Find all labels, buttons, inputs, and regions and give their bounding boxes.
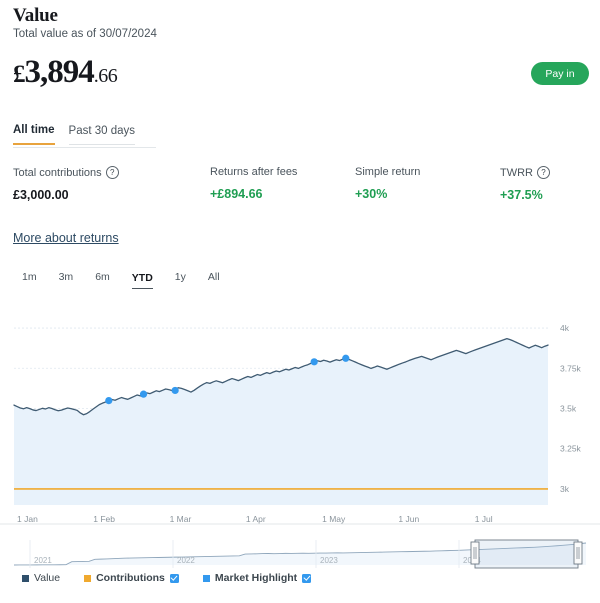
- market-highlight-dot[interactable]: [171, 386, 179, 395]
- legend-swatch-icon: [202, 574, 210, 582]
- legend-label: Value: [34, 572, 61, 584]
- metric-label: Total contributions ?: [13, 166, 210, 179]
- market-highlight-dot[interactable]: [139, 390, 148, 398]
- y-axis-tick-label: 3.5k: [560, 403, 577, 413]
- x-axis-tick-label: 1 Apr: [246, 514, 266, 524]
- legend-item-value[interactable]: Value: [22, 572, 60, 584]
- legend-swatch-icon: [84, 574, 92, 582]
- range-button-3m[interactable]: 3m: [59, 271, 74, 289]
- navigator-year-label: 2022: [177, 556, 195, 565]
- x-axis-tick-label: 1 May: [322, 514, 346, 524]
- metric-twrr: TWRR ? +37.5%: [500, 166, 550, 202]
- chart-y-axis-labels: 3k 3.25k 3.5k 3.75k 4k: [560, 323, 582, 494]
- y-axis-tick-label: 4k: [560, 323, 570, 333]
- pay-in-button[interactable]: Pay in: [531, 62, 589, 85]
- more-about-returns-link[interactable]: More about returns: [13, 231, 119, 245]
- metric-value: +£894.66: [210, 187, 263, 201]
- metrics-row: Total contributions ? £3,000.00 Returns …: [13, 166, 588, 202]
- navigator-handle-right[interactable]: [573, 541, 583, 565]
- metric-value: £3,000.00: [13, 188, 69, 202]
- navigator-year-label: 2023: [320, 556, 338, 565]
- range-button-1y[interactable]: 1y: [175, 271, 186, 289]
- legend-label: Market Highlight: [214, 572, 298, 584]
- chart-svg[interactable]: 3k3.25k3.5k3.75k4k 1 Jan 1 Feb 1 Mar 1 Apr 1…: [0, 300, 600, 603]
- chart-area-fill: [14, 338, 548, 505]
- total-value: £ 3,894 .66: [13, 54, 118, 91]
- metric-returns-after-fees: Returns after fees +£894.66: [210, 166, 355, 202]
- tab-past-30-days[interactable]: Past 30 days: [68, 125, 136, 145]
- range-button-ytd[interactable]: YTD: [131, 272, 153, 289]
- page-subtitle: Total value as of 30/07/2024: [13, 28, 157, 40]
- x-axis-tick-label: 1 Jun: [398, 514, 419, 524]
- market-highlight-dot[interactable]: [342, 354, 350, 362]
- chart-x-axis-labels: 1 Jan 1 Feb 1 Mar 1 Apr 1 May 1 Jun 1 Jul: [17, 514, 493, 524]
- range-button-all[interactable]: All: [208, 271, 220, 289]
- legend-checkbox-icon[interactable]: [169, 573, 179, 583]
- x-axis-tick-label: 1 Mar: [170, 514, 192, 524]
- legend-swatch-icon: [22, 574, 29, 582]
- metric-label-text: TWRR: [500, 166, 533, 179]
- tabs-divider: [13, 147, 156, 148]
- y-axis-tick-label: 3.25k: [560, 444, 582, 454]
- range-button-1m[interactable]: 1m: [22, 271, 37, 289]
- navigator-year-label: 2021: [34, 556, 52, 565]
- info-icon[interactable]: ?: [105, 166, 119, 179]
- metric-label: Simple return: [355, 166, 500, 178]
- metric-simple-return: Simple return +30%: [355, 166, 500, 202]
- legend-label: Contributions: [96, 572, 165, 584]
- chart-range-selector: 1m 3m 6m YTD 1y All: [22, 271, 242, 289]
- value-chart[interactable]: 3k 3.25k 3.5k 3.75k 4k 1 Jan 1 Feb 1 Mar 1 Apr 1…: [0, 300, 600, 603]
- legend-item-contributions[interactable]: Contributions: [84, 572, 179, 584]
- y-axis-tick-label: 3k: [560, 484, 570, 494]
- metric-label-text: Total contributions: [13, 166, 102, 179]
- metric-value: +37.5%: [500, 188, 543, 202]
- metric-total-contributions: Total contributions ? £3,000.00: [13, 166, 210, 202]
- metric-label: TWRR ?: [500, 166, 550, 179]
- metric-label: Returns after fees: [210, 166, 355, 178]
- page-title: Value: [13, 5, 58, 26]
- x-axis-tick-label: 1 Jul: [475, 514, 493, 524]
- x-axis-tick-label: 1 Jan: [17, 514, 38, 524]
- value-currency-symbol: £: [13, 61, 25, 88]
- range-button-6m[interactable]: 6m: [95, 271, 110, 289]
- x-axis-tick-label: 1 Feb: [93, 514, 115, 524]
- y-axis-tick-label: 3.75k: [560, 363, 582, 373]
- metric-label-text: Returns after fees: [210, 166, 298, 178]
- legend-item-market-highlight[interactable]: Market Highlight: [202, 572, 312, 584]
- value-whole-part: 3,894: [24, 54, 95, 90]
- navigator-selection-window[interactable]: [474, 539, 579, 569]
- metric-label-text: Simple return: [355, 166, 421, 178]
- chart-legend: Value Contributions Market Highlight: [22, 572, 335, 584]
- market-highlight-dot[interactable]: [310, 358, 318, 366]
- info-icon[interactable]: ?: [537, 166, 550, 179]
- time-period-tabs: All time Past 30 days: [13, 124, 156, 145]
- chart-navigator[interactable]: 2021202220232024: [13, 539, 587, 569]
- tab-all-time[interactable]: All time: [13, 124, 55, 145]
- legend-checkbox-icon[interactable]: [302, 573, 312, 583]
- navigator-handle-left[interactable]: [470, 541, 480, 565]
- metric-value: +30%: [355, 187, 388, 201]
- value-decimal-part: .66: [93, 65, 118, 87]
- market-highlight-dot[interactable]: [105, 396, 113, 405]
